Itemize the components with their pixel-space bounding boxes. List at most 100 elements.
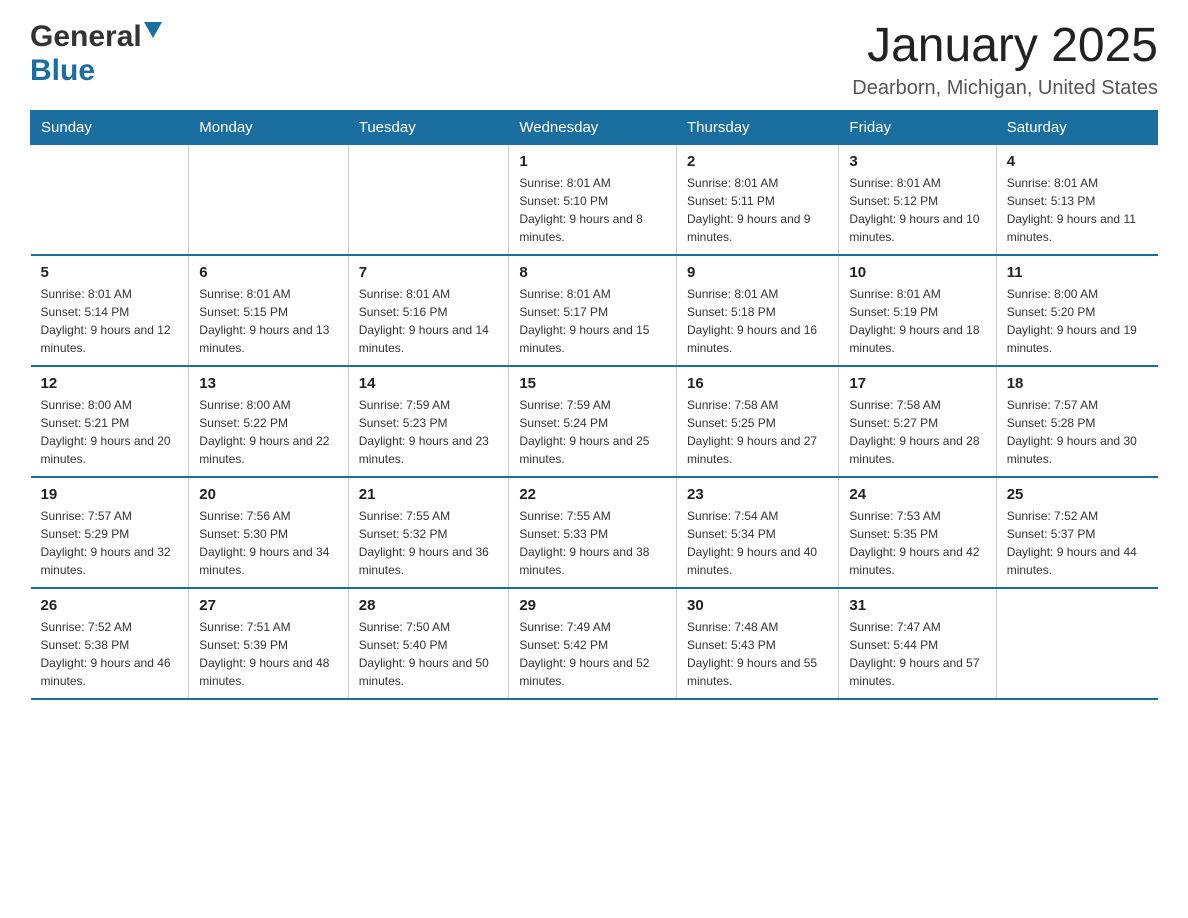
day-cell: 9Sunrise: 8:01 AM Sunset: 5:18 PM Daylig… [677,255,839,366]
day-number: 15 [519,375,666,392]
day-number: 21 [359,486,499,503]
header-cell-monday: Monday [189,110,348,144]
month-title: January 2025 [852,20,1158,73]
header-cell-thursday: Thursday [677,110,839,144]
day-info: Sunrise: 7:55 AM Sunset: 5:33 PM Dayligh… [519,507,666,579]
day-info: Sunrise: 7:52 AM Sunset: 5:38 PM Dayligh… [41,618,179,690]
day-info: Sunrise: 8:00 AM Sunset: 5:22 PM Dayligh… [199,396,337,468]
week-row-2: 5 Sunrise: 8:01 AM Sunset: 5:14 PM Daylig… [31,255,1158,366]
logo: General Blue [30,20,162,88]
day-cell: 22 Sunrise: 7:55 AM Sunset: 5:33 PM Dayli… [509,477,677,588]
day-info: Sunrise: 7:51 AM Sunset: 5:39 PM Dayligh… [199,618,337,690]
day-info: Sunrise: 7:58 AM Sunset: 5:27 PM Dayligh… [849,396,985,468]
day-cell: 17 Sunrise: 7:58 AM Sunset: 5:27 PM Dayli… [839,366,996,477]
day-info: Sunrise: 7:57 AM Sunset: 5:28 PM Dayligh… [1007,396,1148,468]
day-number: 24 [849,486,985,503]
day-info: Sunrise: 7:57 AM Sunset: 5:29 PM Dayligh… [41,507,179,579]
day-number: 26 [41,597,179,614]
day-cell: 20Sunrise: 7:56 AM Sunset: 5:30 PM Dayli… [189,477,348,588]
day-cell: 15 Sunrise: 7:59 AM Sunset: 5:24 PM Dayli… [509,366,677,477]
day-number: 6 [199,264,337,281]
day-info: Sunrise: 8:01 AM Sunset: 5:11 PM Dayligh… [687,174,828,246]
day-info: Sunrise: 7:50 AM Sunset: 5:40 PM Dayligh… [359,618,499,690]
day-cell [996,588,1157,699]
day-number: 27 [199,597,337,614]
day-cell: 12Sunrise: 8:00 AM Sunset: 5:21 PM Dayli… [31,366,189,477]
header-cell-wednesday: Wednesday [509,110,677,144]
day-cell [189,144,348,255]
day-number: 29 [519,597,666,614]
logo-general-text: General [30,20,142,54]
day-cell: 11 Sunrise: 8:00 AM Sunset: 5:20 PM Dayli… [996,255,1157,366]
day-cell: 2Sunrise: 8:01 AM Sunset: 5:11 PM Daylig… [677,144,839,255]
day-cell: 31Sunrise: 7:47 AM Sunset: 5:44 PM Dayli… [839,588,996,699]
calendar-header: SundayMondayTuesdayWednesdayThursdayFrid… [31,110,1158,144]
day-number: 22 [519,486,666,503]
day-info: Sunrise: 8:01 AM Sunset: 5:12 PM Dayligh… [849,174,985,246]
day-cell: 29 Sunrise: 7:49 AM Sunset: 5:42 PM Dayli… [509,588,677,699]
week-row-4: 19Sunrise: 7:57 AM Sunset: 5:29 PM Dayli… [31,477,1158,588]
day-info: Sunrise: 7:48 AM Sunset: 5:43 PM Dayligh… [687,618,828,690]
day-cell: 5 Sunrise: 8:01 AM Sunset: 5:14 PM Daylig… [31,255,189,366]
day-cell: 7 Sunrise: 8:01 AM Sunset: 5:16 PM Daylig… [348,255,509,366]
day-cell: 8 Sunrise: 8:01 AM Sunset: 5:17 PM Daylig… [509,255,677,366]
day-number: 1 [519,153,666,170]
logo-triangle-icon [144,22,162,45]
day-number: 10 [849,264,985,281]
day-cell: 24 Sunrise: 7:53 AM Sunset: 5:35 PM Dayli… [839,477,996,588]
day-number: 7 [359,264,499,281]
day-info: Sunrise: 8:00 AM Sunset: 5:20 PM Dayligh… [1007,285,1148,357]
day-info: Sunrise: 8:01 AM Sunset: 5:13 PM Dayligh… [1007,174,1148,246]
day-number: 4 [1007,153,1148,170]
day-info: Sunrise: 7:58 AM Sunset: 5:25 PM Dayligh… [687,396,828,468]
day-info: Sunrise: 8:01 AM Sunset: 5:15 PM Dayligh… [199,285,337,357]
day-info: Sunrise: 8:01 AM Sunset: 5:10 PM Dayligh… [519,174,666,246]
day-info: Sunrise: 7:52 AM Sunset: 5:37 PM Dayligh… [1007,507,1148,579]
location-text: Dearborn, Michigan, United States [852,77,1158,100]
day-number: 3 [849,153,985,170]
header-cell-friday: Friday [839,110,996,144]
day-cell: 26 Sunrise: 7:52 AM Sunset: 5:38 PM Dayli… [31,588,189,699]
day-info: Sunrise: 7:47 AM Sunset: 5:44 PM Dayligh… [849,618,985,690]
day-number: 8 [519,264,666,281]
header-cell-saturday: Saturday [996,110,1157,144]
day-cell [31,144,189,255]
day-info: Sunrise: 7:49 AM Sunset: 5:42 PM Dayligh… [519,618,666,690]
day-cell: 4 Sunrise: 8:01 AM Sunset: 5:13 PM Daylig… [996,144,1157,255]
week-row-1: 1 Sunrise: 8:01 AM Sunset: 5:10 PM Daylig… [31,144,1158,255]
day-cell: 10 Sunrise: 8:01 AM Sunset: 5:19 PM Dayli… [839,255,996,366]
day-info: Sunrise: 8:01 AM Sunset: 5:19 PM Dayligh… [849,285,985,357]
day-cell: 25 Sunrise: 7:52 AM Sunset: 5:37 PM Dayli… [996,477,1157,588]
day-cell: 28Sunrise: 7:50 AM Sunset: 5:40 PM Dayli… [348,588,509,699]
day-info: Sunrise: 7:54 AM Sunset: 5:34 PM Dayligh… [687,507,828,579]
day-number: 30 [687,597,828,614]
day-cell: 14Sunrise: 7:59 AM Sunset: 5:23 PM Dayli… [348,366,509,477]
day-info: Sunrise: 7:59 AM Sunset: 5:24 PM Dayligh… [519,396,666,468]
day-cell: 3 Sunrise: 8:01 AM Sunset: 5:12 PM Daylig… [839,144,996,255]
day-number: 17 [849,375,985,392]
day-info: Sunrise: 8:01 AM Sunset: 5:17 PM Dayligh… [519,285,666,357]
header-cell-sunday: Sunday [31,110,189,144]
week-row-5: 26 Sunrise: 7:52 AM Sunset: 5:38 PM Dayli… [31,588,1158,699]
day-cell: 27 Sunrise: 7:51 AM Sunset: 5:39 PM Dayli… [189,588,348,699]
day-info: Sunrise: 8:01 AM Sunset: 5:16 PM Dayligh… [359,285,499,357]
day-info: Sunrise: 7:59 AM Sunset: 5:23 PM Dayligh… [359,396,499,468]
calendar-body: 1 Sunrise: 8:01 AM Sunset: 5:10 PM Daylig… [31,144,1158,699]
day-number: 9 [687,264,828,281]
day-cell: 21Sunrise: 7:55 AM Sunset: 5:32 PM Dayli… [348,477,509,588]
day-number: 23 [687,486,828,503]
day-number: 11 [1007,264,1148,281]
title-section: January 2025 Dearborn, Michigan, United … [852,20,1158,100]
day-info: Sunrise: 8:00 AM Sunset: 5:21 PM Dayligh… [41,396,179,468]
page-header: General Blue January 2025 Dearborn, Mich… [30,20,1158,100]
day-number: 25 [1007,486,1148,503]
calendar-table: SundayMondayTuesdayWednesdayThursdayFrid… [30,110,1158,700]
week-row-3: 12Sunrise: 8:00 AM Sunset: 5:21 PM Dayli… [31,366,1158,477]
day-cell: 1 Sunrise: 8:01 AM Sunset: 5:10 PM Daylig… [509,144,677,255]
day-info: Sunrise: 8:01 AM Sunset: 5:14 PM Dayligh… [41,285,179,357]
day-info: Sunrise: 7:53 AM Sunset: 5:35 PM Dayligh… [849,507,985,579]
day-number: 5 [41,264,179,281]
day-cell: 30 Sunrise: 7:48 AM Sunset: 5:43 PM Dayli… [677,588,839,699]
day-number: 13 [199,375,337,392]
day-info: Sunrise: 7:56 AM Sunset: 5:30 PM Dayligh… [199,507,337,579]
